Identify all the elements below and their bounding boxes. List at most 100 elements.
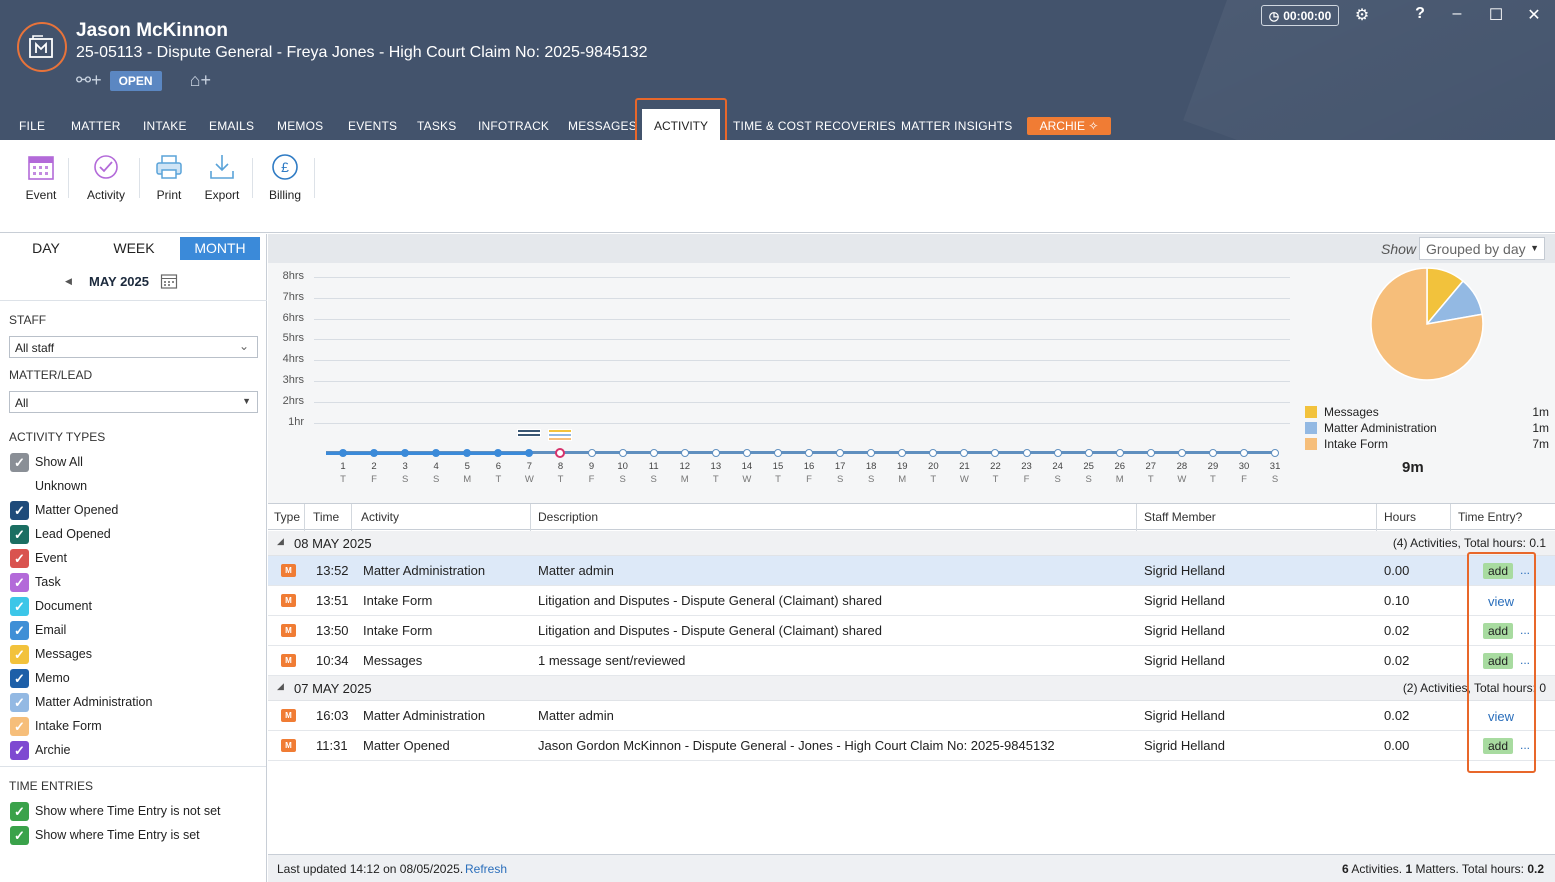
day-dot[interactable] <box>494 449 503 457</box>
grouping-select[interactable]: Grouped by day ▼ <box>1419 237 1545 260</box>
tab-tasks[interactable]: TASKS <box>417 119 456 133</box>
group-header[interactable]: ◢ 07 MAY 2025 (2) Activities, Total hours:… <box>268 676 1555 701</box>
day-dot[interactable] <box>432 449 441 457</box>
day-dot[interactable] <box>867 449 876 457</box>
table-row[interactable]: M 10:34 Messages 1 message sent/reviewed Sig… <box>268 646 1555 676</box>
table-row[interactable]: M 16:03 Matter Administration Matter admin S… <box>268 701 1555 731</box>
day-dot[interactable] <box>525 449 534 457</box>
tab-messages[interactable]: MESSAGES <box>568 119 637 133</box>
view-day-tab[interactable]: DAY <box>4 237 88 260</box>
add-related-icon[interactable]: ⚯+ <box>76 70 102 91</box>
day-dot[interactable] <box>587 449 596 457</box>
col-description[interactable]: Description <box>538 510 598 524</box>
checkbox-memo[interactable]: ✓ <box>10 669 29 688</box>
day-dot[interactable] <box>1146 449 1155 457</box>
checkbox-lead-opened[interactable]: ✓ <box>10 525 29 544</box>
table-row[interactable]: M 13:51 Intake Form Litigation and Disputes… <box>268 586 1555 616</box>
day-dot[interactable] <box>898 449 907 457</box>
day-number: 2 <box>371 461 377 472</box>
collapse-icon[interactable]: ◢ <box>277 536 284 547</box>
collapse-icon[interactable]: ◢ <box>277 681 284 692</box>
checkbox-document[interactable]: ✓ <box>10 597 29 616</box>
archie-button[interactable]: ARCHIE ✧ <box>1027 117 1111 135</box>
checkbox-messages[interactable]: ✓ <box>10 645 29 664</box>
col-staff[interactable]: Staff Member <box>1144 510 1216 524</box>
add-tag-icon[interactable]: ⌂+ <box>190 70 211 91</box>
day-dot[interactable] <box>773 449 782 457</box>
day-dot[interactable] <box>991 449 1000 457</box>
checkbox-task[interactable]: ✓ <box>10 573 29 592</box>
checkbox-show-all[interactable]: ✓ <box>10 453 29 472</box>
refresh-link[interactable]: Refresh <box>465 862 507 876</box>
minimize-icon[interactable]: – <box>1445 5 1469 23</box>
checkbox-unknown[interactable]: ✓ <box>10 477 29 496</box>
checkbox-intake-form[interactable]: ✓ <box>10 717 29 736</box>
table-row[interactable]: M 13:52 Matter Administration Matter admin S… <box>268 556 1555 586</box>
view-month-tab[interactable]: MONTH <box>180 237 260 260</box>
export-button[interactable]: Export <box>203 152 241 202</box>
day-dot[interactable] <box>1053 449 1062 457</box>
timer-button[interactable]: ◷ 00:00:00 <box>1261 5 1339 26</box>
tab-emails[interactable]: EMAILS <box>209 119 254 133</box>
activity-button[interactable]: Activity <box>85 152 127 202</box>
col-hours[interactable]: Hours <box>1384 510 1416 524</box>
tab-intake[interactable]: INTAKE <box>143 119 187 133</box>
day-dot[interactable] <box>339 449 347 457</box>
day-dot[interactable] <box>711 449 720 457</box>
day-dot[interactable] <box>555 448 566 458</box>
calendar-picker-icon[interactable] <box>160 272 178 290</box>
tab-file[interactable]: FILE <box>19 119 45 133</box>
gear-icon[interactable]: ⚙ <box>1350 5 1374 25</box>
status-badge[interactable]: OPEN <box>109 70 162 91</box>
staff-select[interactable]: All staff ⌄ <box>9 336 258 358</box>
group-header[interactable]: ◢ 08 MAY 2025 (4) Activities, Total hours:… <box>268 531 1555 556</box>
day-dot[interactable] <box>960 449 969 457</box>
table-row[interactable]: M 11:31 Matter Opened Jason Gordon McKinnon… <box>268 731 1555 761</box>
checkbox-show-where-time-entry-is-not-set[interactable]: ✓ <box>10 802 29 821</box>
checkbox-email[interactable]: ✓ <box>10 621 29 640</box>
checkbox-matter-administration[interactable]: ✓ <box>10 693 29 712</box>
close-icon[interactable]: ✕ <box>1522 5 1546 25</box>
view-week-tab[interactable]: WEEK <box>92 237 176 260</box>
tab-memos[interactable]: MEMOS <box>277 119 323 133</box>
matter-lead-select[interactable]: All ▼ <box>9 391 258 413</box>
table-row[interactable]: M 13:50 Intake Form Litigation and Disputes… <box>268 616 1555 646</box>
day-dot[interactable] <box>1177 449 1186 457</box>
day-dot[interactable] <box>1271 449 1280 457</box>
prev-month-icon[interactable]: ◀ <box>65 276 72 287</box>
day-dot[interactable] <box>1240 449 1249 457</box>
col-time-entry[interactable]: Time Entry? <box>1458 510 1522 524</box>
day-dot[interactable] <box>1208 449 1217 457</box>
maximize-icon[interactable]: ☐ <box>1484 5 1508 25</box>
checkbox-matter-opened[interactable]: ✓ <box>10 501 29 520</box>
tab-matter[interactable]: MATTER <box>71 119 121 133</box>
help-icon[interactable]: ? <box>1408 5 1432 23</box>
day-dot[interactable] <box>836 449 845 457</box>
day-dot[interactable] <box>1022 449 1031 457</box>
tab-events[interactable]: EVENTS <box>348 119 397 133</box>
day-dot[interactable] <box>929 449 938 457</box>
day-dot[interactable] <box>649 449 658 457</box>
day-dot[interactable] <box>401 449 410 457</box>
event-button[interactable]: Event <box>24 152 58 202</box>
checkbox-show-where-time-entry-is-set[interactable]: ✓ <box>10 826 29 845</box>
day-dot[interactable] <box>1115 449 1124 457</box>
day-dot[interactable] <box>680 449 689 457</box>
col-time[interactable]: Time <box>313 510 339 524</box>
col-type[interactable]: Type <box>274 510 300 524</box>
day-dot[interactable] <box>805 449 814 457</box>
day-dot[interactable] <box>742 449 751 457</box>
day-dot[interactable] <box>618 449 627 457</box>
tab-matter-insights[interactable]: MATTER INSIGHTS <box>901 119 1012 133</box>
print-button[interactable]: Print <box>153 152 185 202</box>
checkbox-archie[interactable]: ✓ <box>10 741 29 760</box>
day-dot[interactable] <box>1084 449 1093 457</box>
tab-time-cost[interactable]: TIME & COST RECOVERIES <box>733 119 896 133</box>
tab-infotrack[interactable]: INFOTRACK <box>478 119 549 133</box>
day-dot[interactable] <box>463 449 472 457</box>
day-dot[interactable] <box>370 449 379 457</box>
billing-button[interactable]: £ Billing <box>266 152 304 202</box>
col-activity[interactable]: Activity <box>361 510 399 524</box>
checkbox-event[interactable]: ✓ <box>10 549 29 568</box>
cell-description: Jason Gordon McKinnon - Dispute General … <box>538 738 1055 753</box>
